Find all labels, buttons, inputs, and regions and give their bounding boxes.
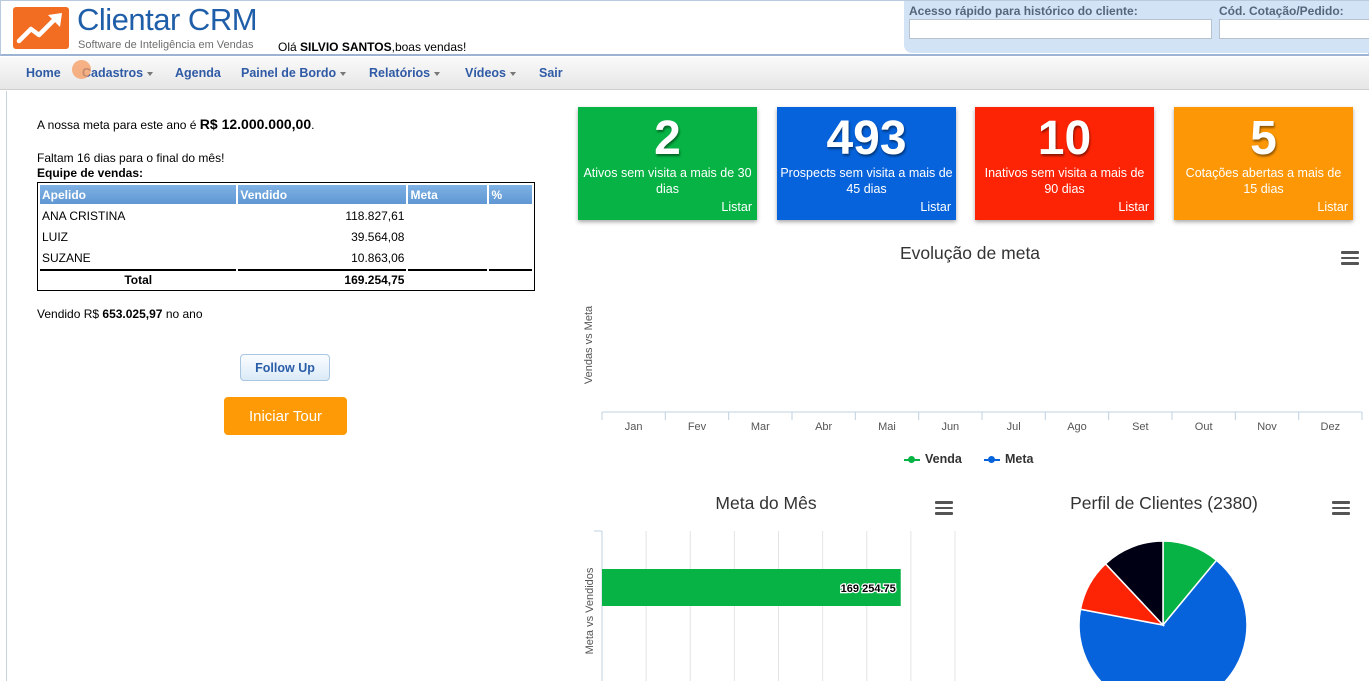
- chart-title-perfil-clientes: Perfil de Clientes (2380): [1070, 493, 1258, 513]
- x-tick-label: Mai: [878, 421, 896, 433]
- legend-meta-marker-icon: [984, 455, 1000, 463]
- x-tick-label: Dez: [1320, 421, 1341, 433]
- x-tick-label: Out: [1194, 421, 1213, 433]
- legend-venda-label: Venda: [925, 452, 962, 466]
- x-tick-label: Nov: [1257, 421, 1277, 433]
- x-tick-label: Fev: [687, 421, 707, 433]
- x-tick-label: Jun: [941, 421, 960, 433]
- x-tick-label: Abr: [815, 421, 833, 433]
- legend-venda-marker-icon: [904, 455, 920, 463]
- chart-menu-icon[interactable]: [1332, 501, 1350, 515]
- chart-menu-icon[interactable]: [935, 501, 953, 515]
- legend-item-meta[interactable]: Meta: [984, 452, 1033, 466]
- chart-title-meta-mes: Meta do Mês: [715, 493, 817, 513]
- legend-meta-label: Meta: [1005, 452, 1034, 466]
- x-tick-label: Set: [1132, 421, 1149, 433]
- x-tick-label: Mar: [750, 421, 770, 433]
- x-tick-label: Jul: [1006, 421, 1021, 433]
- line-chart-axis: [601, 411, 1363, 420]
- x-tick-label: Jan: [624, 421, 643, 433]
- chart-ylabel-meta-vendidos: Meta vs Vendidos: [584, 567, 596, 655]
- x-tick-label: Ago: [1067, 421, 1087, 433]
- legend-item-venda[interactable]: Venda: [904, 452, 962, 466]
